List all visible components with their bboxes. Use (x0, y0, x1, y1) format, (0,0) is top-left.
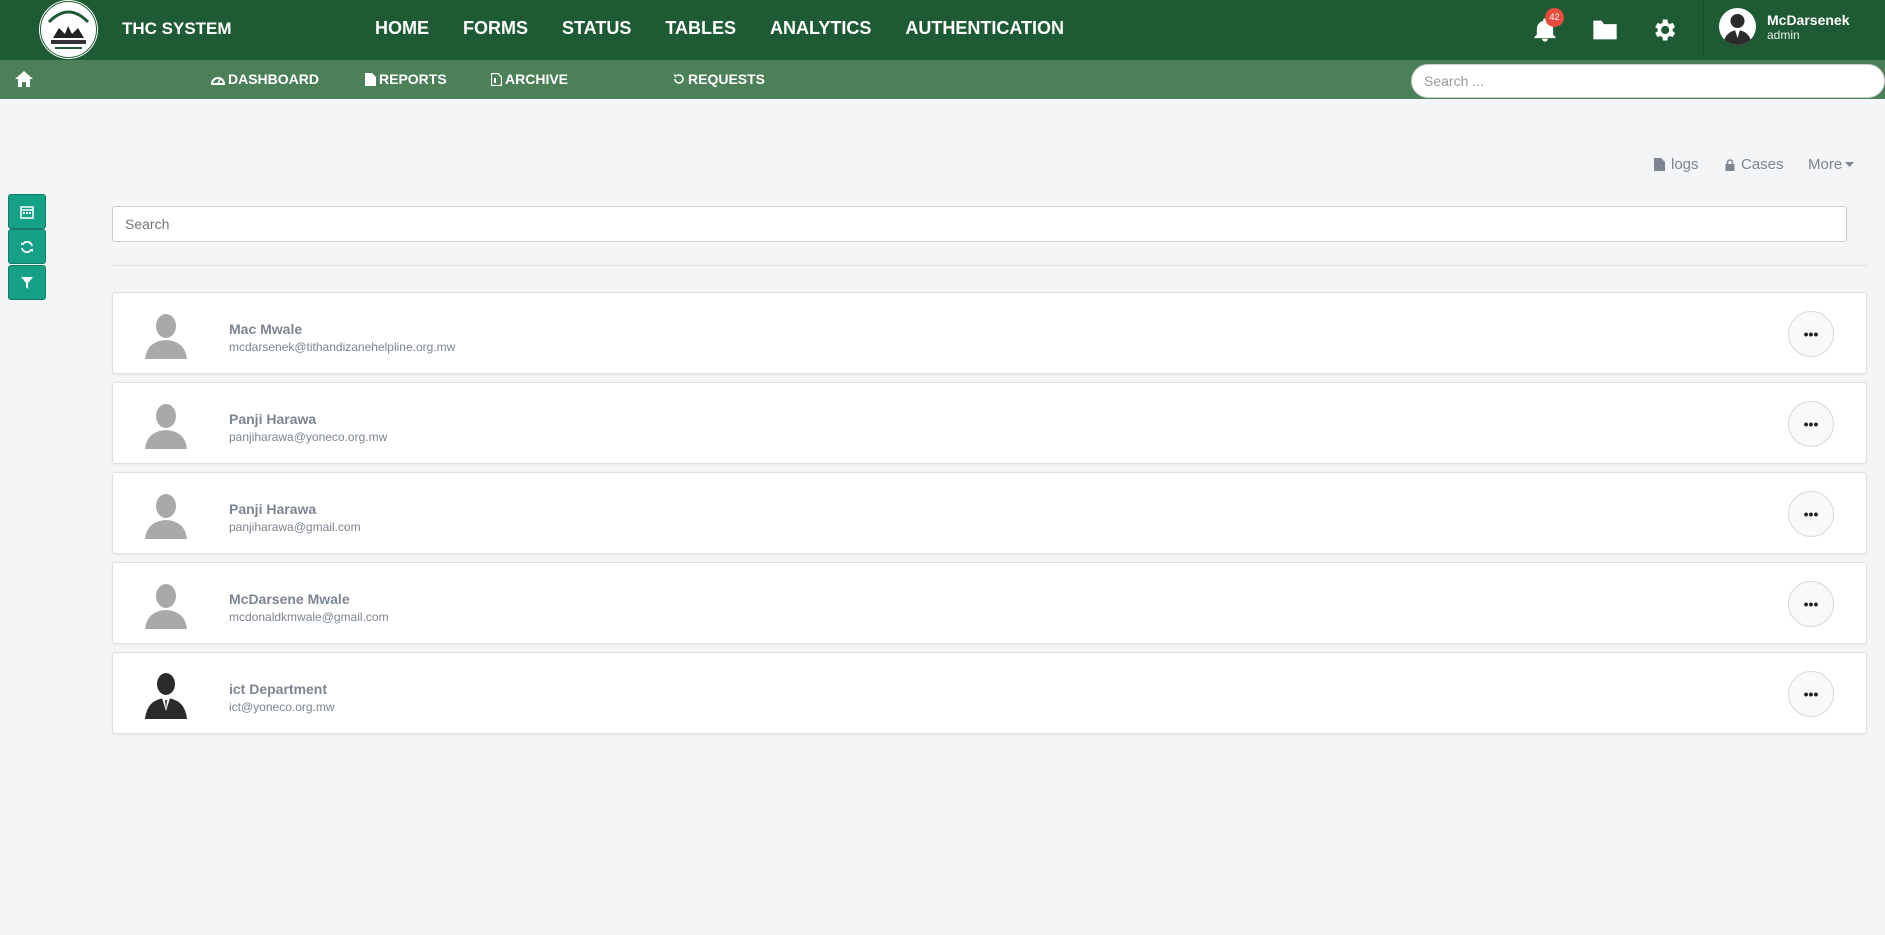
history-icon (674, 74, 684, 84)
nav-tables[interactable]: TABLES (665, 18, 736, 39)
more-options-button[interactable]: ••• (1788, 671, 1834, 717)
main-nav: HOME FORMS STATUS TABLES ANALYTICS AUTHE… (375, 18, 1098, 39)
home-icon[interactable] (14, 70, 36, 90)
refresh-icon (21, 240, 33, 253)
user-separator (1703, 0, 1704, 55)
notification-badge: 42 (1545, 8, 1564, 27)
subnav-reports-label: REPORTS (379, 71, 447, 87)
user-avatar (143, 671, 189, 719)
file-icon (1654, 158, 1665, 171)
user-avatar (143, 491, 189, 539)
cases-label: Cases (1741, 156, 1784, 173)
user-name: Mac Mwale (229, 321, 303, 337)
subnav-archive-label: ARCHIVE (505, 71, 569, 87)
subnav-requests[interactable]: REQUESTS (673, 71, 765, 87)
app-title: THC SYSTEM (122, 19, 232, 38)
filter-icon (21, 276, 33, 289)
user-card[interactable]: ict Department ict@yoneco.org.mw ••• (112, 652, 1867, 734)
user-role: admin (1767, 28, 1800, 42)
logs-link[interactable]: logs (1654, 156, 1699, 173)
more-options-button[interactable]: ••• (1788, 491, 1834, 537)
subnav-requests-label: REQUESTS (688, 71, 766, 87)
user-avatar (143, 581, 189, 629)
user-card[interactable]: Panji Harawa panjiharawa@gmail.com ••• (112, 472, 1867, 554)
user-avatar (143, 401, 189, 449)
top-header: THC SYSTEM HOME FORMS STATUS TABLES ANAL… (0, 0, 1885, 60)
user-name: Panji Harawa (229, 501, 317, 517)
user-email: mcdarsenek@tithandizanehelpline.org.mw (229, 340, 456, 354)
nav-authentication[interactable]: AUTHENTICATION (905, 18, 1064, 39)
user-card[interactable]: Panji Harawa panjiharawa@yoneco.org.mw •… (112, 382, 1867, 464)
dashboard-icon (211, 77, 225, 85)
user-name: McDarsene Mwale (229, 591, 350, 607)
nav-status[interactable]: STATUS (562, 18, 631, 39)
global-search-input[interactable] (1411, 64, 1885, 98)
folder-icon[interactable] (1589, 14, 1621, 46)
subnav-dashboard[interactable]: DASHBOARD (211, 71, 319, 87)
lock-icon (1725, 158, 1735, 171)
user-name: ict Department (229, 681, 328, 697)
subnav-archive[interactable]: ARCHIVE (491, 71, 568, 87)
user-name[interactable]: McDarsenek (1767, 12, 1850, 28)
more-label: More (1808, 156, 1843, 173)
nav-forms[interactable]: FORMS (463, 18, 528, 39)
filter-button[interactable] (8, 265, 46, 300)
cases-link[interactable]: Cases (1725, 156, 1784, 173)
user-search-input[interactable] (112, 206, 1847, 242)
subnav-dashboard-label: DASHBOARD (228, 71, 319, 87)
more-options-button[interactable]: ••• (1788, 311, 1834, 357)
nav-home[interactable]: HOME (375, 18, 429, 39)
yoneco-logo[interactable] (39, 0, 98, 59)
nav-analytics[interactable]: ANALYTICS (770, 18, 871, 39)
more-dropdown[interactable]: More (1808, 156, 1855, 173)
user-email: ict@yoneco.org.mw (229, 700, 335, 714)
user-card[interactable]: McDarsene Mwale mcdonaldkmwale@gmail.com… (112, 562, 1867, 644)
archive-file-icon (491, 72, 502, 86)
logs-label: logs (1671, 156, 1699, 173)
user-list: Mac Mwale mcdarsenek@tithandizanehelplin… (112, 292, 1867, 742)
user-email: panjiharawa@gmail.com (229, 520, 361, 534)
user-card[interactable]: Mac Mwale mcdarsenek@tithandizanehelplin… (112, 292, 1867, 374)
calendar-button[interactable] (8, 194, 46, 229)
more-options-button[interactable]: ••• (1788, 581, 1834, 627)
user-avatar (143, 311, 189, 359)
avatar[interactable] (1719, 8, 1756, 45)
divider (112, 265, 1867, 266)
file-icon (365, 72, 376, 86)
more-options-button[interactable]: ••• (1788, 401, 1834, 447)
calendar-icon (20, 205, 34, 219)
caret-down-icon (1845, 161, 1855, 167)
user-email: panjiharawa@yoneco.org.mw (229, 430, 388, 444)
gear-icon[interactable] (1648, 14, 1680, 46)
user-email: mcdonaldkmwale@gmail.com (229, 610, 389, 624)
subnav-reports[interactable]: REPORTS (365, 71, 447, 87)
user-name: Panji Harawa (229, 411, 317, 427)
refresh-button[interactable] (8, 229, 46, 264)
